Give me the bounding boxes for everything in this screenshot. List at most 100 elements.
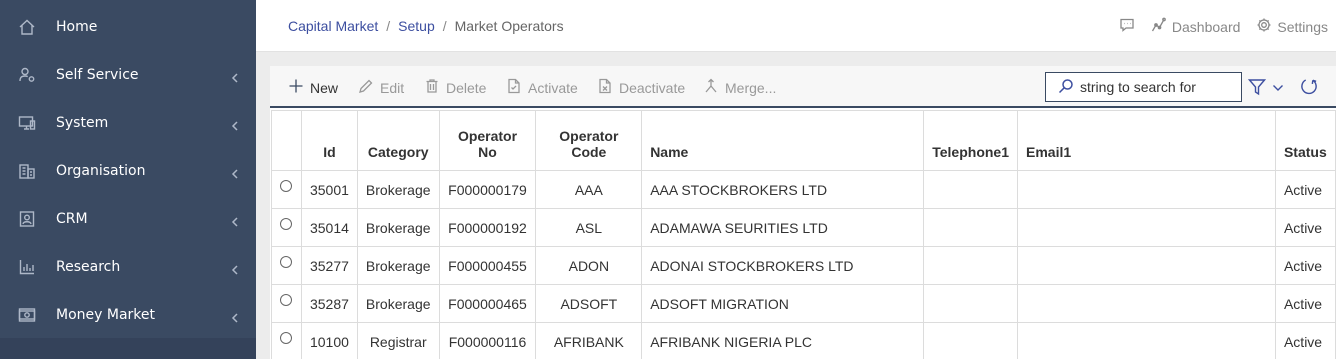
plus-icon xyxy=(288,78,304,97)
column-header-category[interactable]: Category xyxy=(356,110,440,171)
cell-category: Registrar xyxy=(356,322,440,359)
column-header-email1[interactable]: Email1 xyxy=(1017,110,1276,171)
cell-status: Active xyxy=(1274,170,1336,209)
cell-operator-code: AFRIBANK xyxy=(535,322,643,359)
table-row[interactable]: 35277 Brokerage F000000455 ADON ADONAI S… xyxy=(271,246,1336,285)
merge-button[interactable]: Merge... xyxy=(703,78,776,97)
gear-icon xyxy=(1256,17,1272,36)
table-row[interactable]: 35014 Brokerage F000000192 ASL ADAMAWA S… xyxy=(271,208,1336,247)
chevron-down-icon xyxy=(1272,81,1284,97)
header-actions: Dashboard Settings xyxy=(1119,17,1328,36)
cell-operator-code: ADSOFT xyxy=(535,284,643,323)
cell-name: ADAMAWA SEURITIES LTD xyxy=(641,208,925,247)
breadcrumb-capital-market[interactable]: Capital Market xyxy=(288,18,378,34)
dashboard-button[interactable]: Dashboard xyxy=(1151,17,1240,36)
row-select-cell xyxy=(271,246,302,285)
home-icon xyxy=(18,18,36,36)
cell-email1 xyxy=(1017,284,1276,323)
chevron-left-icon xyxy=(230,70,240,83)
cell-id[interactable]: 35001 xyxy=(300,170,358,209)
cell-id[interactable]: 35277 xyxy=(300,246,358,285)
comment-button[interactable] xyxy=(1119,17,1135,36)
search-input[interactable] xyxy=(1080,79,1230,95)
sidebar-active-item[interactable] xyxy=(0,338,256,359)
chevron-left-icon xyxy=(230,118,240,131)
search-icon xyxy=(1058,78,1074,97)
pencil-icon xyxy=(358,78,374,97)
trash-icon xyxy=(424,78,440,97)
table-header-row: Id Category Operator No Operator Code Name… xyxy=(271,110,1336,171)
cell-name: AAA STOCKBROKERS LTD xyxy=(641,170,925,209)
table-row[interactable]: 10100 Registrar F000000116 AFRIBANK AFRI… xyxy=(271,322,1336,359)
cell-telephone1 xyxy=(923,246,1018,285)
column-header-telephone1[interactable]: Telephone1 xyxy=(923,110,1018,171)
table-row[interactable]: 35001 Brokerage F000000179 AAA AAA STOCK… xyxy=(271,170,1336,209)
breadcrumb-separator: / xyxy=(386,18,391,34)
row-radio[interactable] xyxy=(280,255,293,268)
dashboard-icon xyxy=(1151,17,1167,36)
sidebar-item-label: Research xyxy=(56,259,121,275)
row-radio[interactable] xyxy=(280,331,293,344)
breadcrumb-setup[interactable]: Setup xyxy=(398,18,435,34)
cell-category: Brokerage xyxy=(356,170,440,209)
breadcrumb-separator: / xyxy=(442,18,447,34)
deactivate-label: Deactivate xyxy=(619,79,686,96)
cell-email1 xyxy=(1017,208,1276,247)
column-header-name[interactable]: Name xyxy=(641,110,925,171)
row-select-cell xyxy=(271,322,302,359)
cell-status: Active xyxy=(1274,246,1336,285)
column-header-line: No xyxy=(478,144,497,160)
chevron-left-icon xyxy=(230,166,240,179)
filter-button[interactable] xyxy=(1247,78,1284,99)
chevron-left-icon xyxy=(230,262,240,275)
sidebar-item-research[interactable]: Research xyxy=(0,243,256,291)
monitor-icon xyxy=(18,114,36,132)
sidebar-item-crm[interactable]: CRM xyxy=(0,195,256,243)
new-button[interactable]: New xyxy=(288,78,338,97)
column-header-operator-code[interactable]: Operator Code xyxy=(535,110,643,171)
sidebar-item-label: Money Market xyxy=(56,307,155,323)
refresh-icon xyxy=(1300,79,1319,99)
operators-table: Id Category Operator No Operator Code Name… xyxy=(271,110,1336,359)
cell-telephone1 xyxy=(923,322,1018,359)
row-radio[interactable] xyxy=(280,293,293,306)
cell-operator-no: F000000455 xyxy=(438,246,537,285)
deactivate-button[interactable]: Deactivate xyxy=(597,78,685,97)
cell-operator-no: F000000116 xyxy=(438,322,537,359)
delete-button[interactable]: Delete xyxy=(424,78,486,97)
sidebar-item-system[interactable]: System xyxy=(0,99,256,147)
cell-name: ADONAI STOCKBROKERS LTD xyxy=(641,246,925,285)
edit-button[interactable]: Edit xyxy=(358,78,404,97)
cell-id[interactable]: 10100 xyxy=(300,322,358,359)
table-row[interactable]: 35287 Brokerage F000000465 ADSOFT ADSOFT… xyxy=(271,284,1336,323)
settings-button[interactable]: Settings xyxy=(1256,17,1328,36)
sidebar-item-self-service[interactable]: Self Service xyxy=(0,51,256,99)
sidebar-item-money-market[interactable]: Money Market xyxy=(0,291,256,339)
row-radio[interactable] xyxy=(280,217,293,230)
building-icon xyxy=(18,162,36,180)
column-header-id[interactable]: Id xyxy=(300,110,358,171)
document-check-icon xyxy=(506,78,522,97)
sidebar-item-home[interactable]: Home xyxy=(0,3,256,51)
column-header-operator-no[interactable]: Operator No xyxy=(438,110,537,171)
sidebar-item-label: Home xyxy=(56,19,98,35)
sidebar-item-label: Organisation xyxy=(56,163,146,179)
cell-id[interactable]: 35287 xyxy=(300,284,358,323)
sidebar-item-label: System xyxy=(56,115,109,131)
cell-name: ADSOFT MIGRATION xyxy=(641,284,925,323)
cell-operator-no: F000000465 xyxy=(438,284,537,323)
cell-operator-no: F000000192 xyxy=(438,208,537,247)
cell-status: Active xyxy=(1274,208,1336,247)
contact-icon xyxy=(18,210,36,228)
cell-id[interactable]: 35014 xyxy=(300,208,358,247)
column-header-status[interactable]: Status xyxy=(1274,110,1336,171)
row-radio[interactable] xyxy=(280,179,293,192)
sidebar-item-organisation[interactable]: Organisation xyxy=(0,147,256,195)
cell-telephone1 xyxy=(923,284,1018,323)
cell-category: Brokerage xyxy=(356,284,440,323)
toolbar: New Edit Delete Activate Deactivate Merg… xyxy=(270,66,1336,108)
activate-button[interactable]: Activate xyxy=(506,78,578,97)
breadcrumb: Capital Market / Setup / Market Operator… xyxy=(288,18,564,34)
refresh-button[interactable] xyxy=(1300,77,1319,99)
row-select-cell xyxy=(271,170,302,209)
